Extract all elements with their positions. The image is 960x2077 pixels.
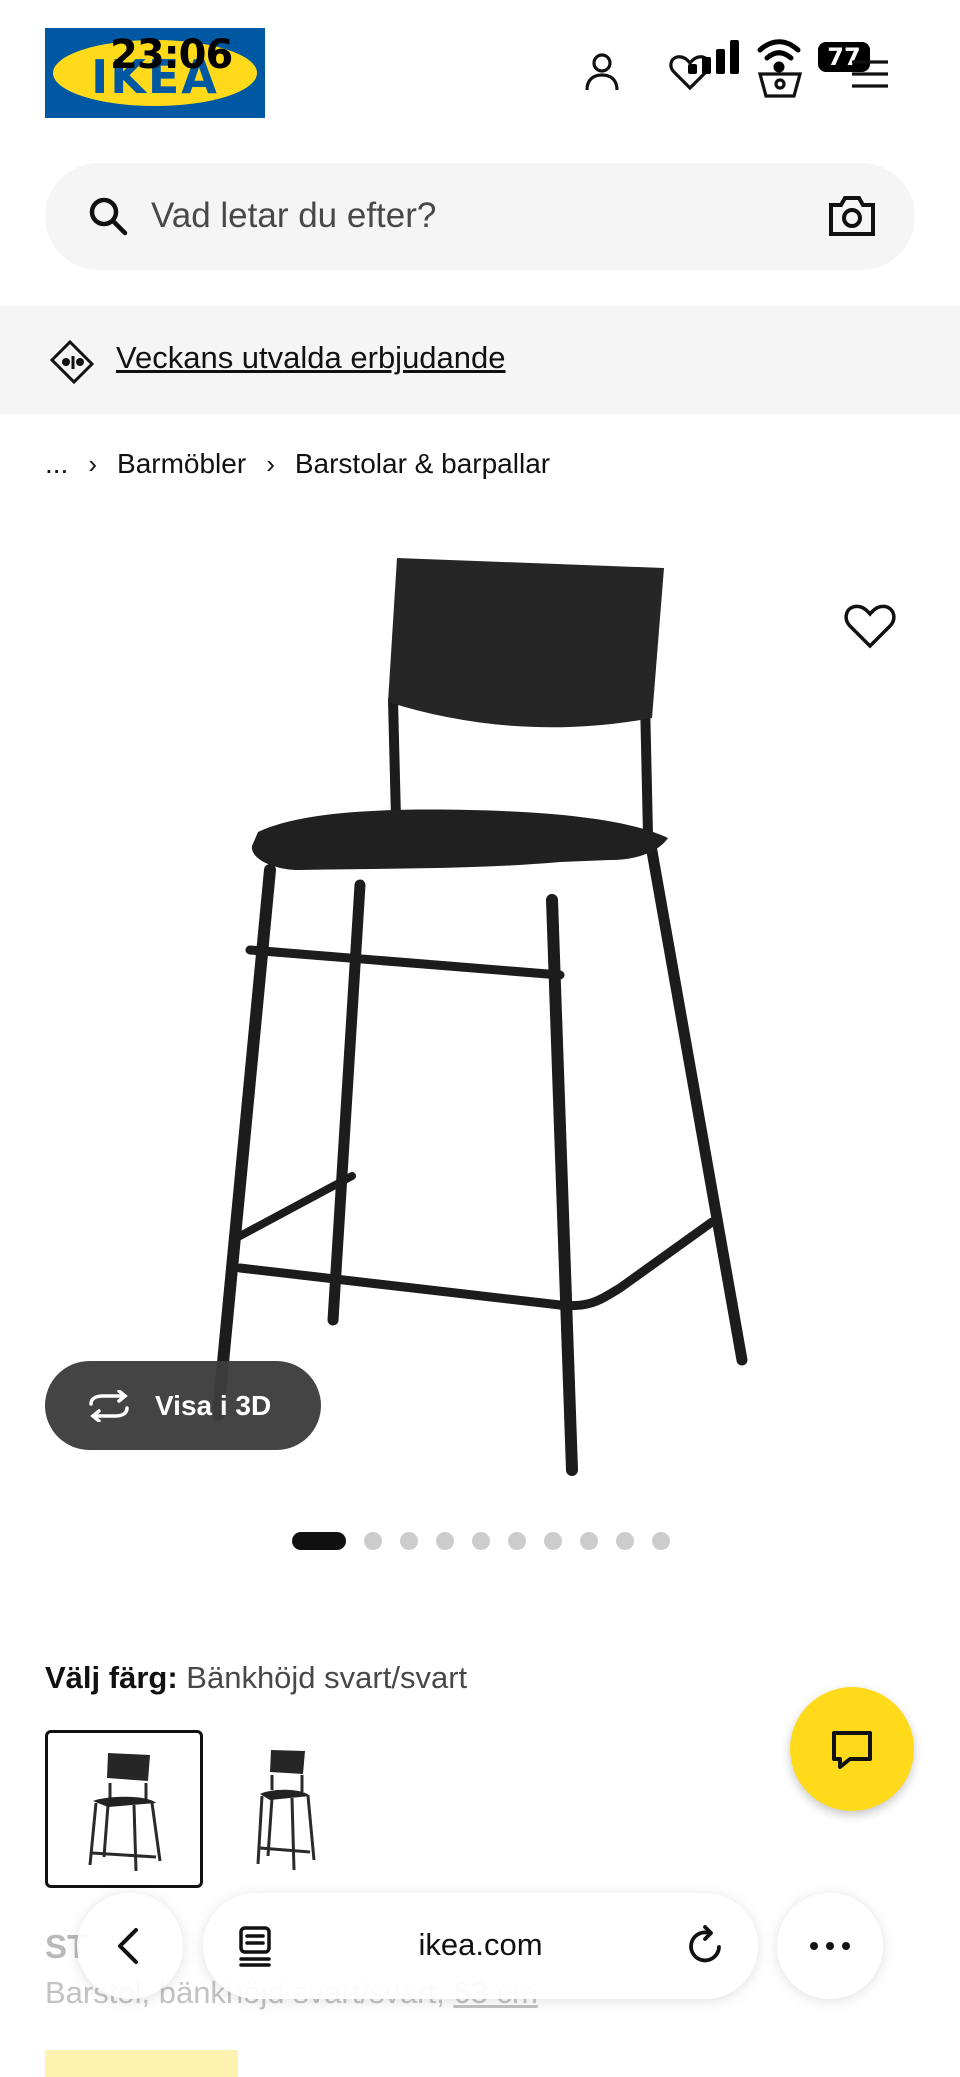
breadcrumb-ellipsis[interactable]: ... bbox=[45, 448, 68, 480]
chevron-right-icon: › bbox=[266, 448, 275, 479]
pagination-dot[interactable] bbox=[364, 1532, 382, 1550]
product-image[interactable] bbox=[0, 520, 960, 1500]
view-3d-label: Visa i 3D bbox=[155, 1389, 272, 1421]
pagination-dot[interactable] bbox=[436, 1532, 454, 1550]
search-icon bbox=[89, 197, 128, 236]
pagination-dot[interactable] bbox=[580, 1532, 598, 1550]
favorite-heart-icon[interactable] bbox=[842, 600, 898, 652]
status-time: 23:06 bbox=[110, 32, 233, 78]
wifi-icon bbox=[757, 39, 801, 73]
browser-url: ikea.com bbox=[418, 1927, 543, 1962]
more-dots-icon bbox=[810, 1942, 850, 1950]
browser-more-button[interactable] bbox=[777, 1893, 883, 1999]
color-select-label: Välj färg: Bänkhöjd svart/svart bbox=[45, 1660, 467, 1696]
header: IKEA 23:06 77 bbox=[0, 0, 960, 140]
pagination-dot[interactable] bbox=[616, 1532, 634, 1550]
image-pagination bbox=[292, 1531, 688, 1551]
stool-thumbnail bbox=[256, 1750, 316, 1871]
search-bar[interactable] bbox=[45, 163, 915, 270]
price-tag-partial bbox=[45, 2050, 238, 2077]
chevron-left-icon bbox=[118, 1928, 138, 1964]
chevron-right-icon: › bbox=[88, 448, 98, 479]
pagination-dot[interactable] bbox=[652, 1532, 670, 1550]
breadcrumb-item-barmobler[interactable]: Barmöbler bbox=[117, 448, 246, 480]
camera-icon[interactable] bbox=[827, 193, 877, 239]
browser-back-button[interactable] bbox=[77, 1893, 183, 1999]
rotate-3d-icon bbox=[89, 1389, 129, 1422]
promo-banner[interactable]: Veckans utvalda erbjudande bbox=[0, 306, 960, 414]
user-icon[interactable] bbox=[578, 48, 626, 96]
search-input[interactable] bbox=[151, 185, 811, 247]
chat-button[interactable] bbox=[790, 1687, 914, 1811]
color-select-title: Välj färg: bbox=[45, 1660, 178, 1695]
browser-address-bar[interactable]: ikea.com bbox=[203, 1893, 758, 1999]
breadcrumb: ... › Barmöbler › Barstolar & barpallar bbox=[45, 444, 550, 484]
stool-thumbnail bbox=[88, 1753, 162, 1872]
color-swatch-option[interactable] bbox=[210, 1730, 368, 1888]
color-swatch-selected[interactable] bbox=[45, 1730, 203, 1888]
promo-link[interactable]: Veckans utvalda erbjudande bbox=[116, 340, 506, 376]
chat-icon bbox=[832, 1731, 872, 1769]
price-tag-icon bbox=[49, 339, 95, 385]
color-select-value: Bänkhöjd svart/svart bbox=[186, 1660, 468, 1695]
pagination-dot[interactable] bbox=[508, 1532, 526, 1550]
pagination-dot[interactable] bbox=[472, 1532, 490, 1550]
reload-icon[interactable] bbox=[683, 1923, 729, 1969]
signal-icon bbox=[688, 40, 739, 74]
pagination-dot[interactable] bbox=[544, 1532, 562, 1550]
menu-icon[interactable] bbox=[846, 50, 894, 98]
pagination-dot-active[interactable] bbox=[292, 1532, 346, 1550]
breadcrumb-item-barstolar[interactable]: Barstolar & barpallar bbox=[295, 448, 550, 480]
pagination-dot[interactable] bbox=[400, 1532, 418, 1550]
view-3d-button[interactable]: Visa i 3D bbox=[45, 1361, 321, 1450]
